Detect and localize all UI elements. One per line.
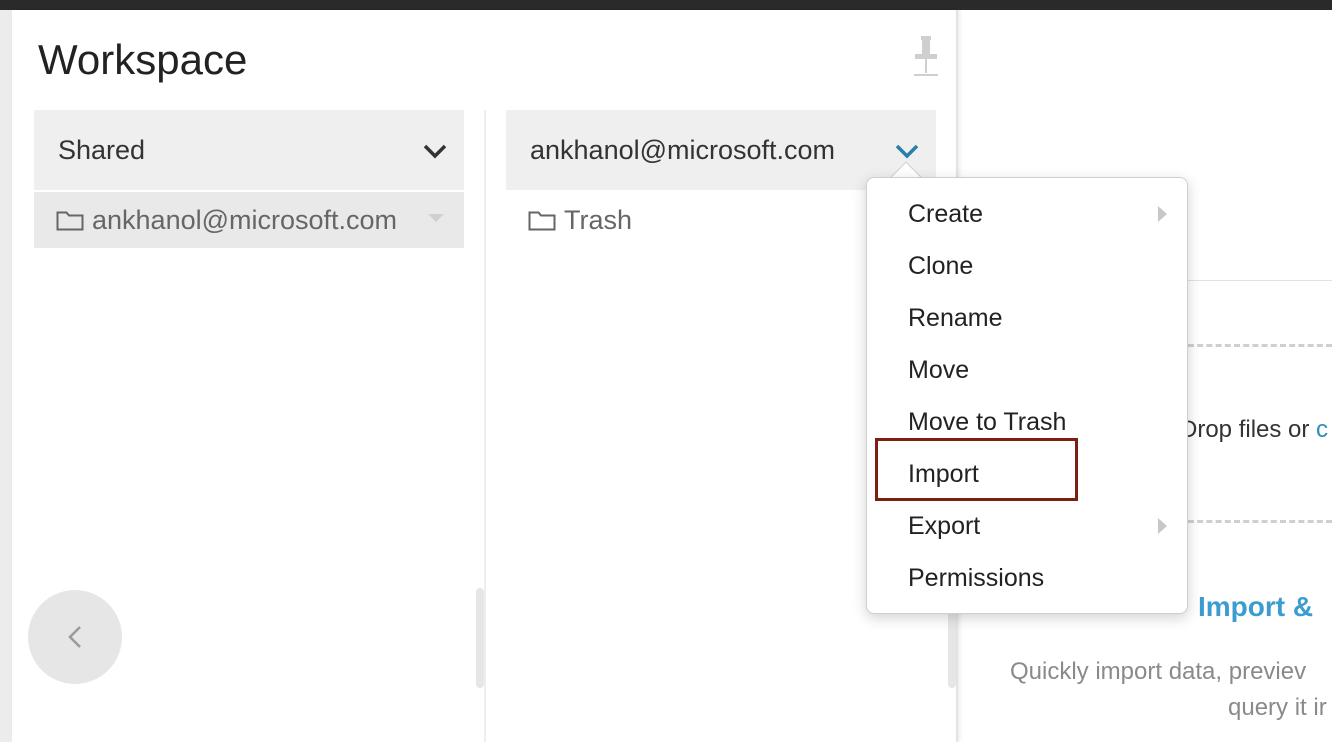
import-description-continued: query it ir: [1228, 694, 1327, 721]
chevron-down-icon[interactable]: [894, 138, 920, 164]
list-item-label: ankhanol@microsoft.com: [92, 204, 398, 235]
drop-zone-text[interactable]: Drop files or c: [1180, 416, 1328, 444]
menu-item-label: Move: [908, 355, 970, 384]
caret-right-icon: [1158, 518, 1167, 534]
import-description: Quickly import data, previev: [1010, 658, 1307, 685]
workspace-panel: Workspace Shared ankhanol@microsoft.com …: [12, 10, 958, 742]
menu-item-permissions[interactable]: Permissions: [867, 552, 1187, 604]
drop-zone-top-border: [1188, 344, 1332, 347]
folder-icon: [56, 211, 84, 231]
caret-down-icon[interactable]: [428, 214, 444, 222]
list-item[interactable]: Trash: [506, 192, 866, 248]
menu-item-label: Clone: [908, 251, 974, 280]
menu-item-move[interactable]: Move: [867, 344, 1187, 396]
menu-item-create[interactable]: Create: [867, 188, 1187, 240]
left-edge: [0, 10, 12, 742]
folder-icon: [528, 211, 556, 231]
list-item[interactable]: ankhanol@microsoft.com: [34, 192, 464, 248]
menu-item-clone[interactable]: Clone: [867, 240, 1187, 292]
menu-item-label: Export: [908, 511, 981, 540]
import-heading: Import &: [1198, 591, 1314, 622]
list-item-label: Trash: [564, 204, 633, 235]
left-column-header[interactable]: Shared: [34, 110, 464, 190]
window-top-strip: [0, 0, 1332, 10]
menu-item-rename[interactable]: Rename: [867, 292, 1187, 344]
menu-item-label: Rename: [908, 303, 1003, 332]
chevron-down-icon[interactable]: [422, 138, 448, 164]
menu-item-label: Move to Trash: [908, 407, 1067, 436]
column-divider: [484, 110, 486, 742]
drop-zone-bottom-border: [1188, 520, 1332, 523]
drop-zone-label: Drop files or: [1180, 416, 1310, 443]
menu-item-label: Permissions: [908, 563, 1045, 592]
panel-title: Workspace: [38, 36, 248, 83]
left-column-header-label: Shared: [58, 134, 146, 165]
chevron-left-icon: [68, 626, 81, 648]
caret-right-icon: [1158, 206, 1167, 222]
context-menu: Create Clone Rename Move Move to Trash I…: [866, 177, 1188, 614]
left-column-scrollbar[interactable]: [476, 588, 484, 688]
menu-item-export[interactable]: Export: [867, 500, 1187, 552]
menu-item-label: Create: [908, 199, 984, 228]
right-column-header-label: ankhanol@microsoft.com: [530, 134, 836, 165]
collapse-button[interactable]: [28, 590, 122, 684]
pin-icon[interactable]: [912, 34, 940, 78]
import-highlight-box: [875, 438, 1078, 501]
drop-zone-link[interactable]: c: [1316, 416, 1328, 443]
